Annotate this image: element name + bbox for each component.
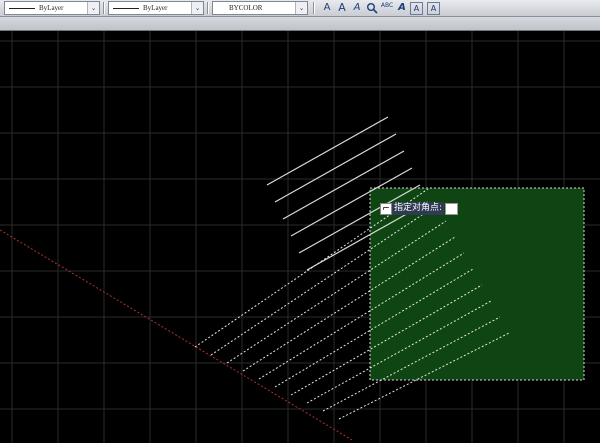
ribbon-strip: [0, 17, 600, 31]
plotstyle-value: BYCOLOR: [229, 4, 263, 12]
chevron-down-icon[interactable]: ⌄: [87, 2, 99, 14]
spell-check-button[interactable]: ABC: [380, 1, 394, 15]
multiline-text-button[interactable]: A: [320, 1, 334, 15]
edit-text-button[interactable]: A: [350, 1, 364, 15]
linetype-combo[interactable]: ByLayer ⌄: [4, 1, 100, 15]
toolbar-separator: [313, 2, 315, 14]
find-replace-button[interactable]: [365, 1, 379, 15]
linetype-swatch: [9, 8, 35, 9]
toolbar-separator: [103, 2, 105, 14]
chevron-down-icon[interactable]: ⌄: [191, 2, 203, 14]
scale-text-button[interactable]: A: [410, 2, 423, 15]
single-line-text-button[interactable]: A: [335, 1, 349, 15]
lineweight-combo[interactable]: ByLayer ⌄: [108, 1, 204, 15]
lineweight-value: ByLayer: [143, 4, 168, 12]
toolbar-separator: [207, 2, 209, 14]
chevron-down-icon[interactable]: ⌄: [295, 2, 307, 14]
lineweight-swatch: [113, 8, 139, 9]
command-prompt: ⌐ 指定对角点:: [380, 201, 459, 216]
hatch-line: [266, 116, 389, 186]
properties-toolbar: ByLayer ⌄ ByLayer ⌄ BYCOLOR ⌄ A A A ABC …: [0, 0, 600, 17]
drawing-canvas[interactable]: [0, 31, 600, 443]
plotstyle-combo[interactable]: BYCOLOR ⌄: [212, 1, 308, 15]
search-icon: [367, 3, 378, 14]
text-style-button[interactable]: A: [395, 1, 409, 15]
command-prompt-text: 指定对角点:: [392, 202, 445, 215]
command-prompt-input[interactable]: [445, 202, 459, 215]
linetype-value: ByLayer: [39, 4, 64, 12]
justify-text-button[interactable]: A: [427, 2, 440, 15]
pointer-icon: ⌐: [380, 202, 392, 215]
